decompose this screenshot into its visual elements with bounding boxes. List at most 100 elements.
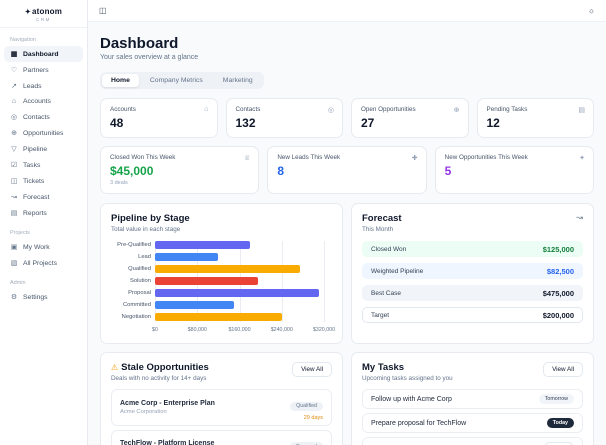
dashboard-content: Dashboard Your sales overview at a glanc… xyxy=(88,22,606,445)
tab-marketing[interactable]: Marketing xyxy=(214,74,262,87)
task-row[interactable]: Schedule demo with Horizon LabsFeb 25 xyxy=(362,437,583,445)
bar-category-label: Proposal xyxy=(128,290,151,296)
building-icon: ⌂ xyxy=(204,106,209,113)
stat-cards-row: Accounts 48 ⌂ Contacts 132 ◎ Open Opport… xyxy=(100,98,594,138)
logo: ✦atonom CRM xyxy=(0,0,87,28)
forecast-row-weighted-pipeline: Weighted Pipeline $82,500 xyxy=(362,263,583,279)
leads-icon: ↗ xyxy=(11,83,17,90)
stat-value: 132 xyxy=(235,116,256,130)
tab-bar: Home Company Metrics Marketing xyxy=(100,72,264,89)
bar-row: Negotiation xyxy=(111,313,332,321)
forecast-value: $125,000 xyxy=(542,244,574,254)
sidebar-item-opportunities[interactable]: ⊕ Opportunities xyxy=(4,125,83,141)
sidebar-item-label: Reports xyxy=(23,209,47,217)
stat-card-open-opportunities: Open Opportunities 27 ⊕ xyxy=(351,98,469,138)
task-row[interactable]: Follow up with Acme Corp Tomorrow xyxy=(362,389,583,409)
card-closed-won-week: Closed Won This Week $45,000 3 deals ♕ xyxy=(100,146,260,194)
bar-category-label: Solution xyxy=(130,278,151,284)
app-tagline: CRM xyxy=(36,17,51,22)
sidebar-toggle-icon[interactable]: ◫ xyxy=(99,6,107,15)
stale-row[interactable]: TechFlow - Platform LicenseTechFlow Solu… xyxy=(111,429,332,445)
sidebar-item-partners[interactable]: ♡ Partners xyxy=(4,62,83,78)
bar-row: Lead xyxy=(111,253,332,261)
forecast-label: Target xyxy=(371,311,390,319)
forecast-title: Forecast xyxy=(362,213,402,224)
sidebar-item-label: Opportunities xyxy=(23,129,64,137)
sidebar-item-label: My Work xyxy=(23,243,50,251)
sidebar-item-label: Pipeline xyxy=(23,145,48,153)
pipeline-bar xyxy=(155,241,251,249)
stale-row[interactable]: Acme Corp - Enterprise Plan Acme Corporat… xyxy=(111,389,332,426)
pipeline-bar xyxy=(155,301,235,309)
sidebar-item-pipeline[interactable]: ▽ Pipeline xyxy=(4,141,83,157)
stale-opportunities-card: ⚠ Stale Opportunities Deals with no acti… xyxy=(100,352,343,445)
sidebar-item-label: Accounts xyxy=(23,98,51,105)
sparkle-icon: ✦ xyxy=(579,155,585,162)
theme-toggle-icon[interactable]: ☼ xyxy=(588,6,595,15)
my-work-icon: ▣ xyxy=(10,244,18,251)
sidebar-item-label: Leads xyxy=(23,82,42,90)
topbar: ◫ ☼ xyxy=(88,0,606,22)
sidebar-nav: Navigation ▦ Dashboard ♡ Partners ↗ Leads ⌂… xyxy=(0,37,87,305)
stat-label: Accounts xyxy=(110,106,136,113)
clipboard-icon: ▤ xyxy=(578,107,585,114)
contacts-icon: ◎ xyxy=(10,114,18,121)
stat-label: Contacts xyxy=(235,106,261,113)
warning-icon: ⚠ xyxy=(111,363,119,372)
bar-row: Proposal xyxy=(111,289,332,297)
nav-section-label: Projects xyxy=(10,230,30,236)
accounts-icon: ⌂ xyxy=(11,98,17,105)
stat-label: New Opportunities This Week xyxy=(444,154,528,161)
view-all-button[interactable]: View All xyxy=(292,362,332,377)
sidebar-item-label: Dashboard xyxy=(23,50,59,58)
pipeline-bar xyxy=(155,277,258,285)
sidebar-item-tickets[interactable]: ◫ Tickets xyxy=(4,173,83,189)
sidebar-item-label: Forecast xyxy=(23,193,50,201)
sidebar-item-all-projects[interactable]: ▧ All Projects xyxy=(4,255,83,271)
sidebar-item-dashboard[interactable]: ▦ Dashboard xyxy=(4,46,83,62)
sidebar-item-my-work[interactable]: ▣ My Work xyxy=(4,239,83,255)
stale-subtitle: Deals with no activity for 14+ days xyxy=(111,375,207,382)
tab-company-metrics[interactable]: Company Metrics xyxy=(141,74,212,87)
sidebar-item-accounts[interactable]: ⌂ Accounts xyxy=(4,94,83,109)
sidebar: ✦atonom CRM Navigation ▦ Dashboard ♡ Partn… xyxy=(0,0,88,445)
bar-category-label: Qualified xyxy=(128,266,151,272)
nav-section-label: Admin xyxy=(10,280,26,286)
stat-label: Open Opportunities xyxy=(361,106,416,113)
stat-label: Closed Won This Week xyxy=(110,154,176,161)
reports-icon: ▤ xyxy=(10,210,18,217)
tab-home[interactable]: Home xyxy=(102,74,139,87)
sidebar-item-tasks[interactable]: ☑ Tasks xyxy=(4,157,83,173)
sidebar-item-leads[interactable]: ↗ Leads xyxy=(4,78,83,94)
sidebar-item-reports[interactable]: ▤ Reports xyxy=(4,205,83,221)
sidebar-item-label: Settings xyxy=(23,293,48,301)
due-badge: Today xyxy=(546,418,574,428)
users-icon: ◎ xyxy=(327,107,334,114)
forecast-label: Closed Won xyxy=(371,245,407,253)
sidebar-item-label: Partners xyxy=(23,66,49,74)
pipeline-icon: ▽ xyxy=(11,146,17,153)
days-stale: 29 days xyxy=(303,414,323,421)
sidebar-item-forecast[interactable]: ↝ Forecast xyxy=(4,189,83,205)
bar-category-label: Pre-Qualified xyxy=(117,242,151,248)
app-name: ✦atonom xyxy=(0,7,87,16)
sidebar-item-contacts[interactable]: ◎ Contacts xyxy=(4,109,83,125)
stat-label: Pending Tasks xyxy=(486,106,528,113)
sidebar-item-settings[interactable]: ⚙ Settings xyxy=(4,289,83,305)
bar-row: Qualified xyxy=(111,265,332,273)
task-title: Follow up with Acme Corp xyxy=(371,395,452,403)
charts-row: Pipeline by Stage Total value in each st… xyxy=(100,203,594,344)
stat-value: 12 xyxy=(486,116,500,130)
stale-title: Stale Opportunities xyxy=(121,362,209,373)
pipeline-chart-card: Pipeline by Stage Total value in each st… xyxy=(100,203,343,344)
task-row[interactable]: Prepare proposal for TechFlow Today xyxy=(362,413,583,433)
forecast-subtitle: This Month xyxy=(362,226,394,233)
view-all-button[interactable]: View All xyxy=(543,362,583,377)
page-title: Dashboard xyxy=(100,35,179,52)
trending-up-icon: ↝ xyxy=(576,213,583,222)
dashboard-icon: ▦ xyxy=(10,51,18,58)
x-axis: $0 $80,000 $160,000 $240,000 $320,000 xyxy=(152,325,335,334)
forecast-card: Forecast This Month ↝ Closed Won $125,000… xyxy=(351,203,594,344)
app-name-label: atonom xyxy=(31,7,63,16)
all-projects-icon: ▧ xyxy=(10,260,18,267)
